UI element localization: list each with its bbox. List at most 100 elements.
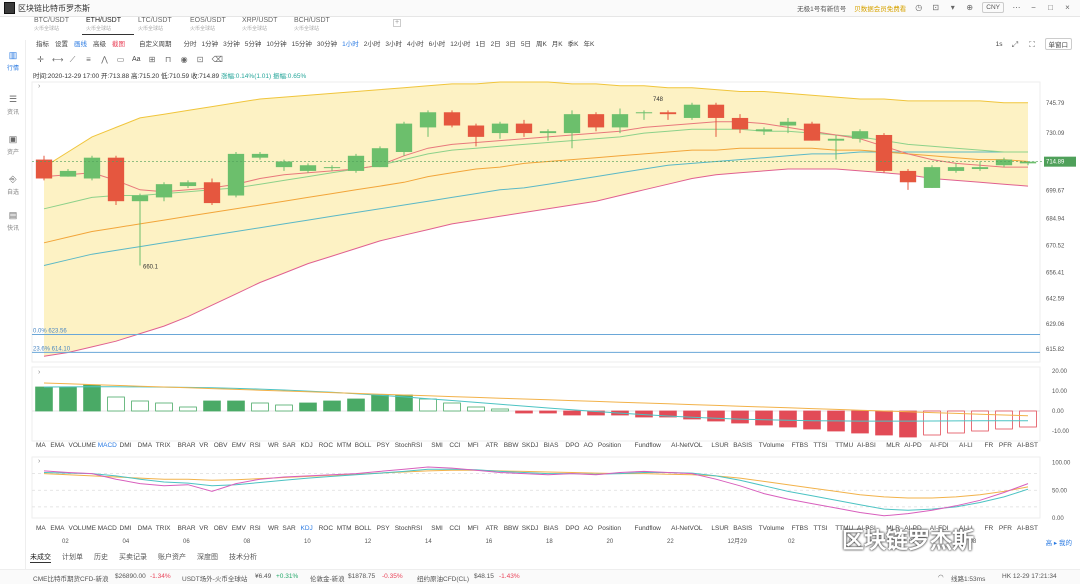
gold-label[interactable]: 伦敦金-新浪 (310, 573, 345, 583)
row2-indicator[interactable]: Position (598, 525, 622, 532)
row2-indicator[interactable]: DPO (565, 525, 579, 532)
row1-indicator[interactable]: KDJ (301, 442, 313, 449)
bottom-right-link[interactable]: 高 ▸ 我的 (1046, 537, 1072, 547)
candle-body[interactable] (107, 157, 125, 202)
row2-indicator[interactable]: RSI (250, 525, 261, 532)
candle-body[interactable] (899, 170, 917, 183)
candle-body[interactable] (491, 123, 509, 134)
candle-body[interactable] (827, 138, 845, 141)
candle-body[interactable] (563, 114, 581, 134)
row1-indicator[interactable]: AO (584, 442, 593, 449)
row1-indicator[interactable]: SMI (431, 442, 443, 449)
row1-indicator[interactable]: BOLL (355, 442, 372, 449)
row1-indicator[interactable]: ATR (486, 442, 499, 449)
row1-indicator[interactable]: AI-FDI (930, 442, 949, 449)
row2-indicator[interactable]: TTSI (813, 525, 827, 532)
row2-indicator[interactable]: BRAR (178, 525, 196, 532)
row2-indicator[interactable]: MA (36, 525, 46, 532)
row1-indicator[interactable]: FTBS (792, 442, 809, 449)
row1-indicator[interactable]: BRAR (178, 442, 196, 449)
row1-indicator[interactable]: TTSI (813, 442, 827, 449)
row2-indicator[interactable]: SKDJ (522, 525, 539, 532)
row1-indicator[interactable]: TRIX (156, 442, 171, 449)
cme-label[interactable]: CME比特币期货CFD-新浪 (33, 573, 108, 583)
row1-indicator[interactable]: VOLUME (69, 442, 97, 449)
row1-indicator[interactable]: LSUR (711, 442, 729, 449)
candle-body[interactable] (83, 157, 101, 179)
row1-indicator[interactable]: MTM (337, 442, 352, 449)
row1-indicator[interactable]: AI-NetVOL (671, 442, 703, 449)
candle-body[interactable] (611, 114, 629, 128)
row1-indicator[interactable]: WR (268, 442, 279, 449)
row2-indicator[interactable]: PSY (377, 525, 391, 532)
bottom-tab[interactable]: 计划单 (62, 552, 83, 563)
row1-indicator[interactable]: MFI (468, 442, 479, 449)
candle-body[interactable] (803, 123, 821, 141)
row1-indicator[interactable]: AI-PD (904, 442, 922, 449)
row1-indicator[interactable]: DMI (120, 442, 132, 449)
row2-indicator[interactable]: AO (584, 525, 593, 532)
candle-body[interactable] (35, 159, 53, 179)
row1-indicator[interactable]: EMV (232, 442, 247, 449)
row1-indicator[interactable]: ROC (319, 442, 334, 449)
usdt-label[interactable]: USDT场外-火币全球站 (182, 573, 247, 583)
row1-indicator[interactable]: MACD (98, 442, 117, 449)
row1-indicator[interactable]: TVolume (759, 442, 785, 449)
candle-body[interactable] (227, 153, 245, 196)
candle-body[interactable] (299, 165, 317, 171)
candle-body[interactable] (155, 184, 173, 198)
row2-indicator[interactable]: BASIS (733, 525, 753, 532)
row2-indicator[interactable]: SMI (431, 525, 443, 532)
row2-indicator[interactable]: SAR (282, 525, 296, 532)
row1-indicator[interactable]: AI-BST (1017, 442, 1038, 449)
row1-indicator[interactable]: PSY (377, 442, 391, 449)
row1-indicator[interactable]: RSI (250, 442, 261, 449)
row2-indicator[interactable]: ROC (319, 525, 334, 532)
row1-indicator[interactable]: DMA (138, 442, 153, 449)
row2-indicator[interactable]: DMA (138, 525, 153, 532)
row1-indicator[interactable]: MA (36, 442, 46, 449)
candle-body[interactable] (731, 117, 749, 130)
candle-body[interactable] (683, 104, 701, 118)
row2-indicator[interactable]: EMV (232, 525, 247, 532)
row2-indicator[interactable]: ATR (486, 525, 499, 532)
candle-body[interactable] (323, 167, 341, 169)
candle-body[interactable] (131, 195, 149, 202)
row2-indicator[interactable]: PFR (999, 525, 1012, 532)
bottom-tab[interactable]: 买卖记录 (119, 552, 147, 563)
candle-body[interactable] (587, 114, 605, 128)
row2-indicator[interactable]: MACD (98, 525, 117, 532)
candle-body[interactable] (515, 123, 533, 134)
bottom-tab[interactable]: 技术分析 (229, 552, 257, 563)
row2-indicator[interactable]: DMI (120, 525, 132, 532)
row1-indicator[interactable]: BIAS (544, 442, 559, 449)
row1-indicator[interactable]: Position (598, 442, 622, 449)
bottom-tab[interactable]: 未成交 (30, 552, 51, 563)
candle-body[interactable] (755, 129, 773, 132)
bottom-tab[interactable]: 历史 (94, 552, 108, 563)
candle-body[interactable] (251, 153, 269, 158)
candle-body[interactable] (995, 159, 1013, 166)
row2-indicator[interactable]: BOLL (355, 525, 372, 532)
candle-body[interactable] (203, 182, 221, 204)
bottom-tab[interactable]: 深度图 (197, 552, 218, 563)
row1-indicator[interactable]: OBV (214, 442, 228, 449)
candle-body[interactable] (971, 167, 989, 170)
row2-indicator[interactable]: TRIX (156, 525, 171, 532)
row1-indicator[interactable]: VR (199, 442, 208, 449)
row1-indicator[interactable]: CCI (449, 442, 460, 449)
row1-indicator[interactable]: BBW (504, 442, 520, 449)
row1-indicator[interactable]: MLR (886, 442, 900, 449)
candle-body[interactable] (347, 155, 365, 171)
row2-indicator[interactable]: WR (268, 525, 279, 532)
candle-body[interactable] (851, 131, 869, 139)
candle-body[interactable] (443, 112, 461, 126)
candle-body[interactable] (923, 167, 941, 188)
candle-body[interactable] (395, 123, 413, 152)
row2-indicator[interactable]: Fundflow (635, 525, 662, 532)
candle-body[interactable] (59, 170, 77, 177)
row2-indicator[interactable]: EMA (50, 525, 65, 532)
row2-indicator[interactable]: KDJ (301, 525, 313, 532)
row2-indicator[interactable]: MFI (468, 525, 479, 532)
row1-indicator[interactable]: Fundflow (635, 442, 662, 449)
